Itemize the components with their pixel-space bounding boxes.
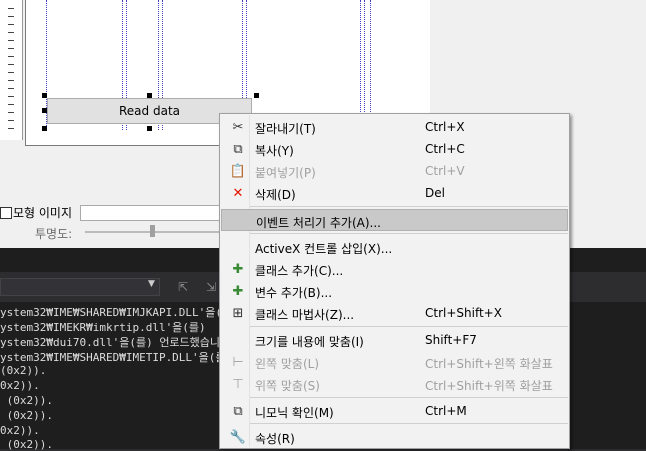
menu-item-shortcut: Del [425, 186, 445, 200]
menu-item-label: 붙여넣기(P) [255, 166, 316, 180]
menu-item-label: 속성(R) [255, 432, 295, 446]
add-variable-icon: ✚ [232, 283, 244, 299]
menu-item-delete[interactable]: ✕ 삭제(D) Del [221, 182, 568, 204]
menu-item-properties[interactable]: 🔧 속성(R) [221, 426, 568, 448]
menu-item-label: 이벤트 처리기 추가(A)... [256, 216, 381, 230]
menu-item-label: 니모닉 확인(M) [255, 406, 334, 420]
menu-item-add-class[interactable]: ✚ 클래스 추가(C)... [221, 258, 568, 280]
resize-handle[interactable] [42, 93, 47, 98]
resize-handle[interactable] [42, 108, 47, 113]
menu-item-insert-activex[interactable]: ActiveX 컨트롤 삽입(X)... [221, 236, 568, 258]
output-line: 0x2)). [0, 424, 40, 437]
opacity-label: 투명도: [35, 227, 73, 241]
output-line: (0x2)). [0, 394, 53, 407]
menu-item-shortcut: Ctrl+Shift+X [425, 306, 502, 320]
menu-item-label: ActiveX 컨트롤 삽입(X)... [255, 242, 393, 256]
align-top-icon: ⊤ [232, 376, 244, 392]
menu-item-label: 변수 추가(B)... [255, 286, 333, 300]
read-data-button-label: Read data [119, 104, 180, 118]
menu-item-add-event-handler[interactable]: 이벤트 처리기 추가(A)... [221, 209, 568, 231]
wrench-icon: 🔧 [229, 429, 247, 445]
vertical-ruler [0, 0, 23, 140]
output-line: 0x2)). [0, 379, 40, 392]
menu-item-align-top[interactable]: ⊤ 위쪽 맞춤(S) Ctrl+Shift+위쪽 화살표 [221, 373, 568, 395]
menu-item-shortcut: Shift+F7 [425, 333, 477, 347]
menu-item-cut[interactable]: ✂ 잘라내기(T) Ctrl+X [221, 116, 568, 138]
mnemonics-icon: ⧉ [233, 403, 243, 419]
menu-item-shortcut: Ctrl+V [425, 164, 465, 178]
menu-item-label: 위쪽 맞춤(S) [255, 379, 320, 393]
output-line: ystem32₩IME₩SHARED₩IMJKAPI.DLL'을(를) [0, 306, 239, 319]
guide-image-path-field[interactable] [80, 205, 222, 221]
menu-item-shortcut: Ctrl+M [425, 404, 467, 418]
scissors-icon: ✂ [232, 119, 244, 135]
menu-item-shortcut: Ctrl+Shift+위쪽 화살표 [425, 379, 553, 393]
align-left-icon: ⊢ [232, 354, 244, 370]
menu-item-align-left[interactable]: ⊢ 왼쪽 맞춤(L) Ctrl+Shift+왼쪽 화살표 [221, 351, 568, 373]
output-line: ystem32₩IME₩SHARED₩IMETIP.DLL'을(를) [0, 351, 233, 364]
resize-handle[interactable] [147, 126, 152, 131]
menu-item-label: 복사(Y) [255, 144, 294, 158]
resize-handle[interactable] [147, 93, 152, 98]
output-line: ystem32₩dui70.dll'을(를) 언로드했습니 [0, 336, 221, 349]
chevron-down-icon[interactable]: ▼ [148, 279, 155, 289]
add-class-icon: ✚ [232, 261, 244, 277]
class-wizard-icon: ⊞ [232, 305, 244, 321]
resize-handle[interactable] [42, 126, 47, 131]
resize-handle[interactable] [254, 93, 259, 98]
menu-item-class-wizard[interactable]: ⊞ 클래스 마법사(Z)... Ctrl+Shift+X [221, 302, 568, 324]
menu-item-label: 클래스 마법사(Z)... [255, 308, 355, 322]
opacity-slider-thumb[interactable] [150, 225, 155, 237]
context-menu: ✂ 잘라내기(T) Ctrl+X ⧉ 복사(Y) Ctrl+C 📋 붙여넣기(P… [219, 113, 570, 449]
menu-item-label: 왼쪽 맞춤(L) [255, 357, 320, 371]
guide-image-checkbox[interactable] [0, 207, 12, 219]
delete-icon: ✕ [232, 185, 244, 201]
menu-item-label: 잘라내기(T) [255, 122, 316, 136]
menu-item-shortcut: Ctrl+C [425, 142, 465, 156]
menu-item-shortcut: Ctrl+Shift+왼쪽 화살표 [425, 357, 553, 371]
menu-item-paste[interactable]: 📋 붙여넣기(P) Ctrl+V [221, 160, 568, 182]
menu-item-label: 삭제(D) [255, 188, 296, 202]
output-line: (0x2)). [0, 438, 53, 451]
menu-item-label: 클래스 추가(C)... [255, 264, 344, 278]
menu-item-size-to-content[interactable]: 크기를 내용에 맞춤(I) Shift+F7 [221, 329, 568, 351]
output-line: ystem32₩IMEKR₩imkrtip.dll'을(를) [0, 321, 206, 334]
copy-icon: ⧉ [233, 141, 243, 157]
output-line: (0x2)). [0, 364, 47, 377]
menu-item-shortcut: Ctrl+X [425, 120, 465, 134]
menu-item-add-variable[interactable]: ✚ 변수 추가(B)... [221, 280, 568, 302]
output-line: (0x2)). [0, 409, 53, 422]
menu-item-check-mnemonics[interactable]: ⧉ 니모닉 확인(M) Ctrl+M [221, 400, 568, 422]
find-message-icon[interactable]: ⇱ [178, 280, 188, 294]
menu-item-copy[interactable]: ⧉ 복사(Y) Ctrl+C [221, 138, 568, 160]
menu-item-label: 크기를 내용에 맞춤(I) [255, 335, 364, 349]
paste-icon: 📋 [229, 163, 247, 179]
next-message-icon[interactable]: ⇲ [206, 280, 216, 294]
output-source-dropdown[interactable] [0, 278, 160, 296]
guide-image-label: 모형 이미지 [13, 206, 73, 220]
